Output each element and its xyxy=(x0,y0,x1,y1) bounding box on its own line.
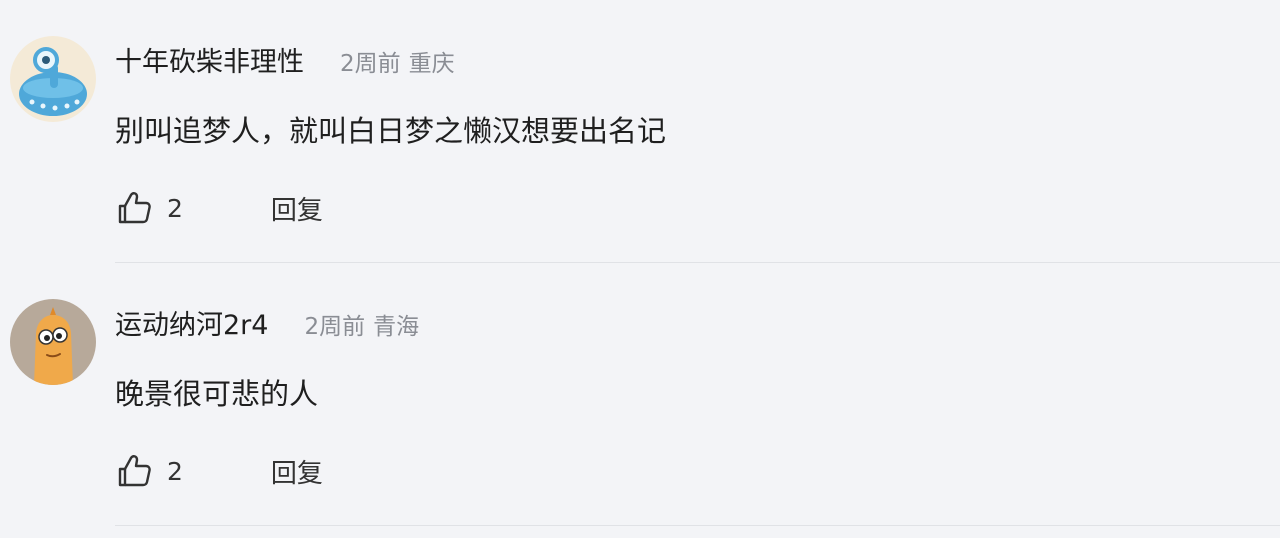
username[interactable]: 十年砍柴非理性 xyxy=(115,40,304,79)
comment-list: 十年砍柴非理性 2周前 重庆 别叫追梦人，就叫白日梦之懒汉想要出名记 2 回复 xyxy=(0,0,1280,538)
thumbs-up-icon xyxy=(118,192,151,224)
divider xyxy=(115,525,1280,526)
alien-avatar-icon xyxy=(10,36,96,122)
thumbs-up-icon xyxy=(118,455,151,487)
comment-meta: 十年砍柴非理性 2周前 重庆 xyxy=(115,40,455,80)
comment-text: 晚景很可悲的人 xyxy=(115,377,319,411)
comment-text: 别叫追梦人，就叫白日梦之懒汉想要出名记 xyxy=(115,114,667,148)
comment-location: 重庆 xyxy=(408,51,455,77)
comment-time: 2周前 xyxy=(340,51,401,77)
comment-actions: 2 回复 xyxy=(115,449,323,493)
reply-button[interactable]: 回复 xyxy=(271,453,323,490)
comment-time: 2周前 xyxy=(304,314,366,340)
user-avatar[interactable] xyxy=(10,36,96,122)
like-count: 2 xyxy=(167,193,183,223)
username[interactable]: 运动纳河2r4 xyxy=(115,303,268,342)
comment-item: 运动纳河2r4 2周前 青海 晚景很可悲的人 2 回复 xyxy=(0,263,1280,526)
user-avatar[interactable] xyxy=(10,299,96,385)
comment-item: 十年砍柴非理性 2周前 重庆 别叫追梦人，就叫白日梦之懒汉想要出名记 2 回复 xyxy=(0,0,1280,263)
comment-location: 青海 xyxy=(373,314,420,340)
comment-actions: 2 回复 xyxy=(115,186,323,230)
like-button[interactable]: 2 xyxy=(115,452,183,490)
comment-meta: 运动纳河2r4 2周前 青海 xyxy=(115,303,419,343)
cartoon-avatar-icon xyxy=(10,299,96,385)
reply-button[interactable]: 回复 xyxy=(271,190,323,227)
like-button[interactable]: 2 xyxy=(115,189,183,227)
like-count: 2 xyxy=(167,456,183,486)
